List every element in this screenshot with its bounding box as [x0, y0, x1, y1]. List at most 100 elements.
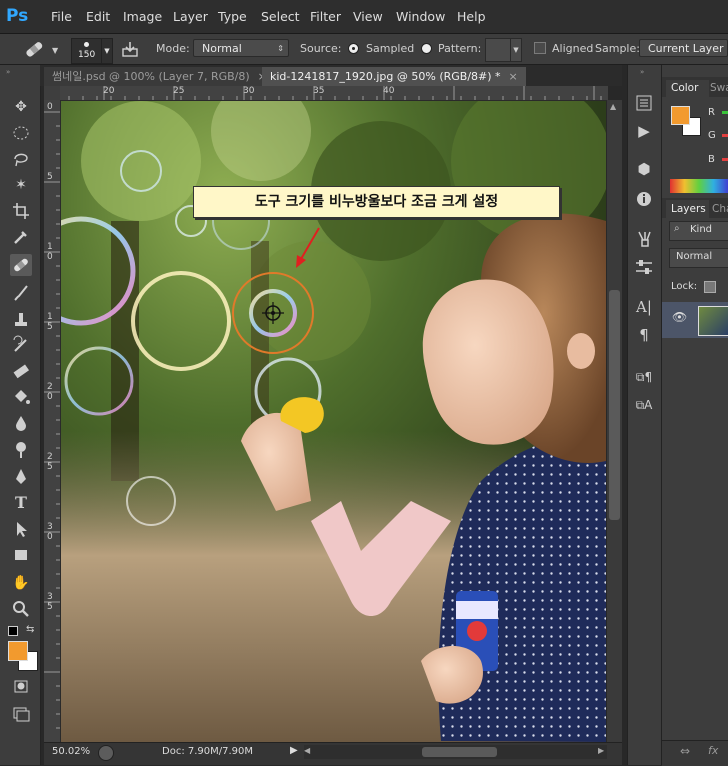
- panel-foreground-swatch[interactable]: [671, 106, 690, 125]
- blur-tool-icon[interactable]: [10, 412, 32, 434]
- quick-mask-icon[interactable]: [10, 675, 32, 697]
- character-styles-icon[interactable]: ⧉A: [633, 394, 655, 416]
- r-slider[interactable]: [722, 111, 728, 114]
- tab-swatches[interactable]: Swa: [710, 82, 728, 94]
- crop-tool-icon[interactable]: [10, 200, 32, 222]
- tab-layers[interactable]: Layers: [666, 200, 709, 218]
- menu-type[interactable]: Type: [218, 9, 247, 24]
- zoom-level[interactable]: 50.02%: [52, 746, 90, 757]
- lasso-tool-icon[interactable]: [10, 148, 32, 170]
- scroll-up-icon[interactable]: ▲: [610, 102, 616, 111]
- character-icon[interactable]: A|: [633, 296, 655, 318]
- collapse-arrows-icon[interactable]: »: [640, 68, 644, 76]
- history-icon[interactable]: [633, 92, 655, 114]
- screen-mode-icon[interactable]: [10, 702, 32, 724]
- brush-presets-icon[interactable]: [633, 228, 655, 250]
- ruler-label: 30: [243, 86, 255, 96]
- ruler-label: 20: [103, 86, 115, 96]
- default-colors-icon[interactable]: [8, 626, 18, 636]
- menu-edit[interactable]: Edit: [86, 9, 110, 24]
- menu-window[interactable]: Window: [396, 9, 445, 24]
- layer-row[interactable]: 👁: [662, 302, 728, 338]
- g-slider[interactable]: [722, 134, 728, 137]
- brush-picker-chevron-icon[interactable]: ▼: [101, 38, 113, 64]
- healing-brush-tool-icon[interactable]: [10, 254, 32, 276]
- menu-view[interactable]: View: [353, 9, 383, 24]
- scroll-left-icon[interactable]: ◀: [304, 746, 310, 755]
- 3d-cube-icon[interactable]: ⬢: [633, 158, 655, 180]
- menu-layer[interactable]: Layer: [173, 9, 208, 24]
- updown-arrow-icon: ⇕: [277, 44, 284, 53]
- zoom-tool-icon[interactable]: [10, 598, 32, 620]
- ruler-label: 5: [47, 172, 53, 182]
- path-selection-tool-icon[interactable]: [10, 518, 32, 540]
- kind-filter-dropdown[interactable]: ⌕ Kind: [669, 221, 728, 241]
- photoshop-logo: Ps: [6, 6, 29, 26]
- eyedropper-tool-icon[interactable]: [10, 226, 32, 248]
- scroll-right-icon[interactable]: ▶: [598, 746, 604, 755]
- status-info-icon[interactable]: [98, 745, 114, 761]
- pattern-chevron-icon[interactable]: ▼: [510, 38, 522, 62]
- menu-select[interactable]: Select: [261, 9, 300, 24]
- pen-tool-icon[interactable]: [10, 466, 32, 488]
- menu-file[interactable]: File: [51, 9, 72, 24]
- color-spectrum-bar[interactable]: [670, 179, 728, 193]
- vertical-scroll-thumb[interactable]: [609, 290, 620, 520]
- pattern-label: Pattern:: [438, 42, 482, 55]
- mode-dropdown[interactable]: Normal ⇕: [193, 39, 289, 57]
- sampled-radio[interactable]: [348, 43, 359, 54]
- clone-source-panel-icon[interactable]: [120, 39, 140, 59]
- ruler-origin[interactable]: [44, 86, 60, 100]
- tab-thumbnail-psd[interactable]: 썸네일.psd @ 100% (Layer 7, RGB/8)×: [44, 67, 275, 86]
- actions-play-icon[interactable]: ▶: [633, 120, 655, 142]
- adjustments-icon[interactable]: [633, 256, 655, 278]
- lock-transparent-icon[interactable]: [704, 281, 716, 293]
- status-menu-arrow-icon[interactable]: ▶: [290, 745, 298, 756]
- info-icon[interactable]: [633, 188, 655, 210]
- paint-bucket-tool-icon[interactable]: [10, 386, 32, 408]
- link-layers-icon[interactable]: ⇔: [680, 744, 690, 758]
- pattern-swatch[interactable]: [485, 38, 512, 62]
- swap-colors-icon[interactable]: ⇆: [26, 624, 34, 635]
- close-icon[interactable]: ×: [509, 70, 518, 83]
- magic-wand-icon[interactable]: ✶: [10, 174, 32, 196]
- pattern-radio[interactable]: [421, 43, 432, 54]
- fx-icon[interactable]: fx: [708, 744, 718, 757]
- collapse-arrows-icon[interactable]: »: [6, 68, 10, 76]
- paragraph-icon[interactable]: ¶: [633, 324, 655, 346]
- tab-color[interactable]: Color: [666, 80, 709, 97]
- dodge-tool-icon[interactable]: [10, 438, 32, 460]
- foreground-color-swatch[interactable]: [8, 641, 28, 661]
- aligned-checkbox[interactable]: [534, 42, 546, 54]
- tab-channels[interactable]: Cha: [712, 203, 728, 215]
- paragraph-styles-icon[interactable]: ⧉¶: [633, 366, 655, 388]
- ruler-label: 3: [47, 592, 53, 602]
- menu-help[interactable]: Help: [457, 9, 486, 24]
- brush-tool-icon[interactable]: [10, 282, 32, 304]
- marquee-tool-icon[interactable]: [10, 122, 32, 144]
- eraser-tool-icon[interactable]: [10, 360, 32, 382]
- blend-mode-dropdown[interactable]: Normal: [669, 248, 728, 268]
- clone-stamp-tool-icon[interactable]: [10, 308, 32, 330]
- tab-label: kid-1241817_1920.jpg @ 50% (RGB/8#) *: [270, 70, 501, 83]
- type-tool-icon[interactable]: T: [10, 492, 32, 514]
- menu-filter[interactable]: Filter: [310, 9, 341, 24]
- horizontal-scroll-thumb[interactable]: [422, 747, 497, 757]
- ruler-label: 25: [173, 86, 185, 96]
- search-icon: ⌕: [674, 223, 680, 234]
- tab-kid-jpg[interactable]: kid-1241817_1920.jpg @ 50% (RGB/8#) * ×: [262, 67, 526, 86]
- brush-picker[interactable]: 150: [71, 38, 103, 64]
- tool-preset-chevron-icon[interactable]: ▼: [52, 46, 58, 55]
- hand-tool-icon[interactable]: ✋: [10, 572, 32, 594]
- ruler-label: 1: [47, 312, 53, 322]
- sample-value: Current Layer: [648, 42, 724, 55]
- b-slider[interactable]: [722, 158, 728, 161]
- healing-brush-icon[interactable]: [22, 38, 46, 60]
- eye-icon[interactable]: 👁: [672, 310, 687, 324]
- sample-dropdown[interactable]: Current Layer: [639, 39, 728, 57]
- history-brush-tool-icon[interactable]: [10, 334, 32, 356]
- b-label: B: [708, 154, 715, 165]
- move-tool-icon[interactable]: ✥: [10, 96, 32, 118]
- menu-image[interactable]: Image: [123, 9, 162, 24]
- rectangle-tool-icon[interactable]: [10, 544, 32, 566]
